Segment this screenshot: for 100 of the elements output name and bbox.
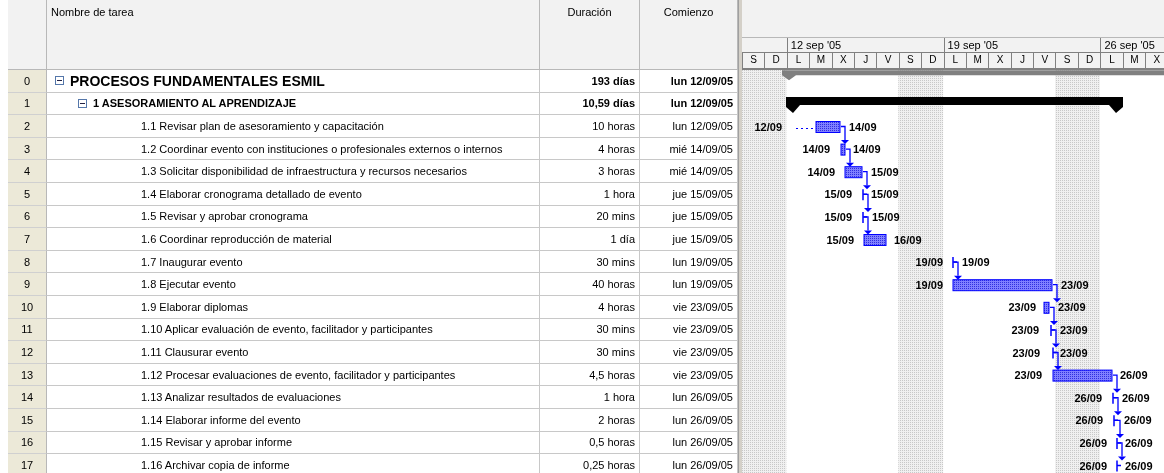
task-name: 1.9 Elaborar diplomas <box>141 300 248 313</box>
duration-cell: 3 horas <box>540 160 640 183</box>
column-header[interactable]: Duración <box>540 0 640 70</box>
row-number: 7 <box>8 228 47 251</box>
date-label: 26/09 <box>1079 436 1107 449</box>
week-label: 19 sep '05 <box>943 37 1101 53</box>
date-label: 19/09 <box>915 256 943 269</box>
day-label: D <box>1077 53 1101 68</box>
task-name: 1.3 Solicitar disponibilidad de infraestructura y recursos necesarios <box>141 165 467 178</box>
day-label: V <box>876 53 899 68</box>
row-number: 8 <box>8 250 47 274</box>
date-label: 12/09 <box>754 120 782 133</box>
date-label: 14/09 <box>802 143 830 156</box>
row-number: 2 <box>8 115 47 138</box>
duration-cell: 0,5 horas <box>540 431 640 455</box>
date-label: 23/09 <box>1012 346 1040 359</box>
date-label: 19/09 <box>962 256 990 269</box>
duration-cell: 193 días <box>540 70 640 93</box>
row-number: 3 <box>8 137 47 161</box>
date-label: 26/09 <box>1122 391 1150 404</box>
dependency-arrow <box>863 216 872 235</box>
day-label: X <box>988 53 1011 68</box>
date-label: 26/09 <box>1125 436 1153 449</box>
date-label: 15/09 <box>871 188 899 201</box>
date-label: 26/09 <box>1125 459 1153 472</box>
dependency-arrow <box>1113 397 1122 416</box>
task-name: 1.4 Elaborar cronograma detallado de evento <box>141 187 362 200</box>
task-name: PROCESOS FUNDAMENTALES ESMIL <box>70 72 325 89</box>
row-number: 0 <box>8 70 47 93</box>
day-label: J <box>853 53 877 68</box>
task-bar <box>1052 369 1113 382</box>
task-name: 1.7 Inaugurar evento <box>141 255 243 268</box>
date-label: 26/09 <box>1075 414 1103 427</box>
dependency-arrow <box>1052 284 1061 303</box>
duration-cell: 4,5 horas <box>540 363 640 387</box>
task-bar <box>1043 301 1050 314</box>
day-label: S <box>898 53 922 68</box>
task-name: 1.15 Revisar y aprobar informe <box>141 436 292 449</box>
duration-cell: 1 día <box>540 228 640 251</box>
collapse-icon[interactable] <box>78 98 87 108</box>
task-name: 1.11 Clausurar evento <box>141 345 249 358</box>
task-bar <box>815 121 841 133</box>
day-label: V <box>1033 53 1056 68</box>
duration-cell: 4 horas <box>540 295 640 319</box>
dependency-arrow <box>1114 419 1124 438</box>
date-label: 23/09 <box>1008 301 1036 314</box>
duration-cell: 4 horas <box>540 137 640 161</box>
row-number: 5 <box>8 182 47 206</box>
task-name: 1.12 Procesar evaluaciones de evento, facilitador y participantes <box>141 368 456 381</box>
date-label: 26/09 <box>1124 414 1152 427</box>
dependency-arrow <box>840 125 849 145</box>
task-marker <box>1116 459 1122 473</box>
week-label: 26 sep '05 <box>1100 37 1164 53</box>
duration-cell: 30 mins <box>540 318 640 342</box>
dependency-arrow <box>1117 442 1126 461</box>
duration-cell: 0,25 horas <box>540 454 640 473</box>
date-label: 23/09 <box>1011 323 1039 336</box>
column-header[interactable]: Comienzo <box>640 0 738 70</box>
task-name: 1.1 Revisar plan de asesoramiento y capacitación <box>141 120 384 132</box>
date-label: 15/09 <box>824 188 852 201</box>
date-label: 15/09 <box>871 165 899 178</box>
date-label: 26/09 <box>1079 459 1107 472</box>
day-label: M <box>809 53 832 68</box>
duration-cell: 40 horas <box>540 273 640 296</box>
date-label: 26/09 <box>1074 391 1102 404</box>
day-label: L <box>786 53 810 68</box>
date-label: 15/09 <box>824 210 852 223</box>
duration-cell: 30 mins <box>540 341 640 364</box>
date-label: 19/09 <box>915 278 943 291</box>
day-label: X <box>831 53 854 68</box>
row-number: 10 <box>8 295 47 319</box>
date-label: 15/09 <box>872 210 900 223</box>
row-number: 16 <box>8 431 47 455</box>
row-number: 15 <box>8 408 47 432</box>
day-label: D <box>764 53 787 68</box>
task-name: 1.2 Coordinar evento con instituciones o profesionales externos o internos <box>141 142 503 155</box>
week-label: 12 sep '05 <box>786 37 944 53</box>
row-number-header <box>8 0 47 70</box>
collapse-icon[interactable] <box>55 76 64 86</box>
date-label: 26/09 <box>1120 369 1148 382</box>
row-number: 6 <box>8 205 47 229</box>
date-label: 16/09 <box>894 233 922 246</box>
task-name: 1.16 Archivar copia de informe <box>141 458 290 471</box>
day-label: J <box>1010 53 1034 68</box>
date-label: 23/09 <box>1058 301 1086 314</box>
day-label: S <box>742 53 765 68</box>
task-name: 1.6 Coordinar reproducción de material <box>141 232 332 245</box>
row-number: 9 <box>8 273 47 296</box>
dependency-arrow <box>1049 306 1058 325</box>
duration-cell: 1 hora <box>540 386 640 409</box>
row-number: 13 <box>8 363 47 387</box>
task-bar <box>844 166 863 179</box>
dotted-line <box>795 128 816 129</box>
duration-cell: 10 horas <box>540 115 640 138</box>
day-label: D <box>921 53 944 68</box>
duration-cell: 10,59 días <box>540 92 640 116</box>
date-label: 14/09 <box>849 120 877 133</box>
column-header[interactable]: Nombre de tarea <box>47 0 540 70</box>
row-number: 12 <box>8 341 47 364</box>
duration-cell: 1 hora <box>540 182 640 206</box>
